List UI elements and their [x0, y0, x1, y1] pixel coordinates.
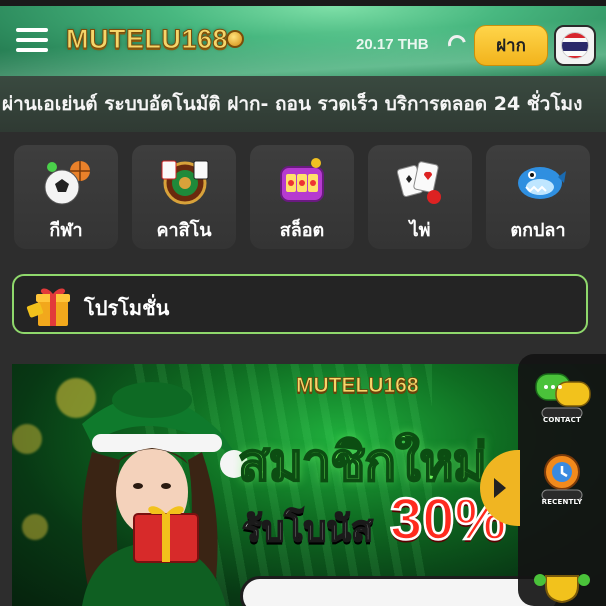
menu-button[interactable]	[16, 28, 48, 52]
announcement-marquee: ผ่านเอเย่นต์ ระบบอัตโนมัติ ฝาก- ถอน รวดเ…	[0, 76, 606, 132]
trophy-icon	[534, 574, 590, 604]
logo-text: MUTELU168	[65, 24, 229, 55]
category-bar: กีฬา คาสิโน สล็อต ไพ่ ตกปลา	[0, 145, 606, 250]
recently-button[interactable]: RECENTLY	[526, 450, 598, 512]
hamburger-icon-bar	[16, 38, 48, 42]
category-sports[interactable]: กีฬา	[14, 145, 118, 249]
announcement-text: ผ่านเอเย่นต์ ระบบอัตโนมัติ ฝาก- ถอน รวดเ…	[2, 93, 583, 115]
fish-game-icon	[518, 167, 566, 199]
chat-bubbles-icon	[535, 373, 591, 419]
banner-logo: MUTELU168	[296, 374, 419, 398]
header: MUTELU168 20.17 THB ฝาก	[0, 6, 606, 76]
category-label: คาสิโน	[156, 220, 212, 241]
promotion-label: โปรโมชั่น	[84, 296, 170, 320]
playing-cards-icon	[396, 161, 441, 204]
roulette-icon	[161, 160, 209, 205]
refresh-icon[interactable]	[444, 31, 470, 57]
promotion-button[interactable]: โปรโมชั่น	[12, 274, 588, 334]
contact-button[interactable]: CONTACT	[526, 368, 598, 430]
thailand-flag-icon	[561, 32, 589, 59]
category-casino[interactable]: คาสิโน	[132, 145, 236, 249]
coin-icon	[226, 29, 245, 48]
balance-value: 20.17 THB	[356, 36, 429, 53]
site-logo[interactable]: MUTELU168	[65, 24, 245, 56]
category-label: สล็อต	[279, 220, 325, 241]
slot-machine-icon	[280, 158, 324, 202]
trophy-button[interactable]	[526, 566, 598, 606]
page: MUTELU168 20.17 THB ฝาก ผ่านเอเย่นต์ ระบ…	[0, 0, 606, 606]
hamburger-icon-bar	[16, 28, 48, 32]
language-button[interactable]	[554, 25, 596, 66]
banner-subline: รับโบนัส	[241, 508, 373, 551]
sports-ball-icon	[44, 161, 90, 205]
chevron-right-icon	[494, 478, 506, 498]
gift-icon	[26, 288, 70, 326]
banner-bottom-strip	[240, 576, 560, 606]
category-cards[interactable]: ไพ่	[368, 145, 472, 249]
floating-side-panel: CONTACT RECENTLY	[518, 354, 606, 606]
category-fishing[interactable]: ตกปลา	[486, 145, 590, 249]
category-label: ตกปลา	[510, 220, 566, 241]
promo-model-image	[82, 382, 248, 606]
contact-label: CONTACT	[543, 416, 581, 424]
recently-label: RECENTLY	[541, 498, 583, 506]
category-label: ไพ่	[409, 220, 431, 241]
hamburger-icon-bar	[16, 48, 48, 52]
recent-games-icon	[541, 454, 583, 501]
deposit-button[interactable]: ฝาก	[474, 25, 548, 66]
category-slot[interactable]: สล็อต	[250, 145, 354, 249]
category-label: กีฬา	[49, 220, 83, 241]
